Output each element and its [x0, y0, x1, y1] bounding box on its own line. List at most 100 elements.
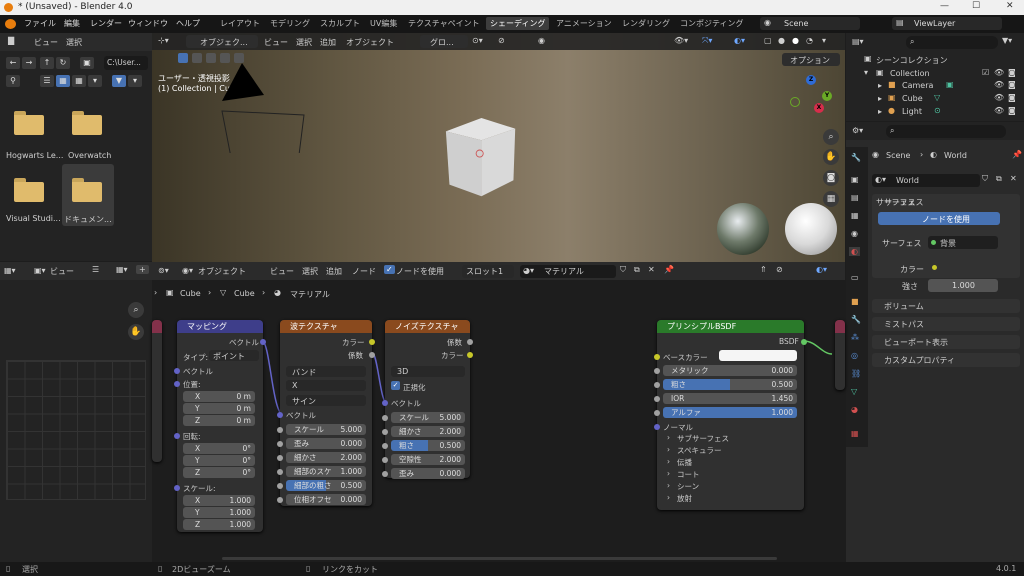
perspective-toggle-icon[interactable]: ▦: [823, 191, 839, 207]
output-socket[interactable]: [467, 352, 473, 358]
blender-menu-icon[interactable]: [5, 19, 16, 29]
constraints-tab-icon[interactable]: ⛓: [851, 369, 861, 378]
scene-tab-icon[interactable]: ◉: [851, 229, 858, 238]
forward-icon[interactable]: →: [22, 57, 36, 69]
menu-render[interactable]: レンダー: [90, 18, 122, 29]
snap-icon[interactable]: ⊘: [498, 36, 505, 45]
principled-bsdf-node[interactable]: プリンシプルBSDF BSDF ベースカラー メタリック 0.000 粗さ 0.50…: [654, 320, 807, 510]
vp-menu-view[interactable]: ビュー: [264, 37, 288, 48]
physics-tab-icon[interactable]: ◎: [851, 351, 858, 360]
transmission-section[interactable]: › 伝播: [663, 457, 793, 468]
input-socket[interactable]: [174, 368, 180, 374]
input-socket[interactable]: [382, 471, 388, 477]
wave-node-header[interactable]: 波テクスチャ: [280, 320, 372, 333]
editor-type-icon[interactable]: ⊹▾: [158, 36, 169, 45]
tab-compositing[interactable]: コンポジティング: [680, 18, 744, 29]
input-socket[interactable]: [277, 427, 283, 433]
sheen-section[interactable]: › シーン: [663, 481, 793, 492]
world-selector[interactable]: ◐▾ World: [872, 174, 980, 187]
menu-help[interactable]: ヘルプ: [176, 18, 200, 29]
tab-uv-edit[interactable]: UV編集: [370, 18, 397, 29]
axis-gizmo[interactable]: Z Y X: [786, 73, 836, 123]
folder-icon[interactable]: ▇: [8, 36, 14, 45]
outliner-row-light[interactable]: ▸ ● Light ⊙ 👁 ◙: [846, 105, 1024, 118]
new-image-icon[interactable]: +: [136, 265, 149, 274]
camera-view-icon[interactable]: ◙: [823, 170, 839, 186]
wave-detail-roughness-field[interactable]: 細部の粗さ 0.500: [286, 480, 366, 491]
visibility-icon[interactable]: 👁: [994, 68, 1004, 77]
file-item-2[interactable]: Overwatch: [66, 105, 126, 165]
base-color-swatch[interactable]: [719, 350, 797, 361]
tab-animation[interactable]: アニメーション: [556, 18, 612, 29]
close-icon[interactable]: ✕: [1006, 1, 1014, 11]
file-item-4[interactable]: ドキュメン...: [62, 164, 114, 226]
mist-panel[interactable]: ミストパス: [872, 317, 1020, 331]
noise-roughness-field[interactable]: 粗さ 0.500: [391, 440, 465, 451]
input-socket[interactable]: [277, 441, 283, 447]
input-socket[interactable]: [277, 412, 283, 418]
options-button[interactable]: オプション: [782, 53, 840, 66]
alpha-field[interactable]: アルファ 1.000: [663, 407, 797, 418]
vp-menu-object[interactable]: オブジェクト: [346, 37, 394, 48]
dimensions-dropdown[interactable]: 3D: [391, 366, 465, 377]
file-item-3[interactable]: Visual Studi...: [4, 168, 64, 226]
wave-distortion-field[interactable]: 歪み 0.000: [286, 438, 366, 449]
duplicate-icon[interactable]: ⧉: [996, 174, 1002, 184]
menu-edit[interactable]: 編集: [64, 18, 80, 29]
wireframe-shading-icon[interactable]: ▢: [764, 36, 772, 45]
input-socket[interactable]: [382, 415, 388, 421]
tab-modeling[interactable]: モデリング: [270, 18, 310, 29]
image-view-menu[interactable]: ビュー: [50, 266, 74, 277]
input-socket[interactable]: [382, 443, 388, 449]
render-icon[interactable]: ◙: [1008, 93, 1016, 102]
scale-y-field[interactable]: Y 1.000: [183, 507, 255, 518]
input-socket[interactable]: [654, 354, 660, 360]
location-z-field[interactable]: Z 0 m: [183, 415, 255, 426]
3d-viewport[interactable]: ⊹▾ オブジェク... ビュー 選択 追加 オブジェクト グロ... ⊙▾ ⊘ …: [152, 33, 845, 262]
output-socket[interactable]: [369, 352, 375, 358]
overlay-icon[interactable]: ⤧▾: [702, 36, 712, 46]
render-icon[interactable]: ◙: [1008, 68, 1016, 77]
input-socket[interactable]: [277, 497, 283, 503]
rotation-y-field[interactable]: Y 0°: [183, 455, 255, 466]
input-socket[interactable]: [277, 483, 283, 489]
use-nodes-button[interactable]: ノードを使用: [878, 212, 1000, 225]
offscreen-node-left[interactable]: [152, 320, 162, 462]
particles-tab-icon[interactable]: ⁂: [851, 333, 859, 342]
pan-icon[interactable]: ✋: [823, 149, 839, 165]
proportional-icon[interactable]: ◉: [538, 36, 545, 45]
direction-dropdown[interactable]: X: [286, 380, 366, 391]
file-item-1[interactable]: Hogwarts Le...: [4, 105, 64, 165]
properties-editor-icon[interactable]: ⚙▾: [852, 126, 863, 135]
new-folder-icon[interactable]: ▣: [80, 57, 94, 69]
zoom-icon[interactable]: ⌕: [823, 129, 839, 145]
cube-object[interactable]: [437, 118, 517, 198]
wave-texture-node[interactable]: 波テクスチャ カラー 係数 バンド X サイン ベクトル スケール 5.000 歪…: [277, 320, 375, 506]
material-tab-icon[interactable]: ◕: [851, 405, 858, 414]
y-axis-icon[interactable]: Y: [822, 91, 832, 101]
neg-y-axis-icon[interactable]: [790, 97, 800, 107]
vp-menu-add[interactable]: 追加: [320, 37, 336, 48]
path-field[interactable]: C:\User...: [104, 56, 148, 70]
rotation-z-field[interactable]: Z 0°: [183, 467, 255, 478]
xray-icon[interactable]: ◐▾: [734, 36, 745, 45]
outliner-row-collection[interactable]: ▾ ▣ Collection ☑ 👁 ◙: [846, 67, 1024, 79]
input-socket[interactable]: [382, 429, 388, 435]
pin-icon[interactable]: 📌: [1012, 150, 1022, 159]
filter-dropdown-icon[interactable]: ▾: [128, 75, 142, 87]
outliner-row-cube[interactable]: ▸ ▣ Cube ▽ 👁 ◙: [846, 92, 1024, 105]
tab-sculpt[interactable]: スカルプト: [320, 18, 360, 29]
scene-selector[interactable]: ◉ Scene: [760, 17, 860, 30]
output-socket[interactable]: [260, 339, 266, 345]
list-view-icon[interactable]: ☰: [40, 75, 54, 87]
scale-z-field[interactable]: Z 1.000: [183, 519, 255, 530]
z-axis-icon[interactable]: Z: [806, 75, 816, 85]
grid-view-icon[interactable]: ▦: [56, 75, 70, 87]
outliner-row-camera[interactable]: ▸ ■ Camera ▣ 👁 ◙: [846, 79, 1024, 92]
visibility-icon[interactable]: 👁: [994, 80, 1004, 89]
properties-search[interactable]: ⌕: [886, 125, 1006, 138]
minimize-icon[interactable]: —: [940, 1, 949, 11]
shader-node-editor[interactable]: ⊚▾ ◉▾ オブジェクト ビュー 選択 追加 ノード ✓ ノードを使用 スロット…: [152, 262, 845, 562]
back-icon[interactable]: ←: [6, 57, 20, 69]
tab-shading[interactable]: シェーディング: [486, 17, 550, 30]
